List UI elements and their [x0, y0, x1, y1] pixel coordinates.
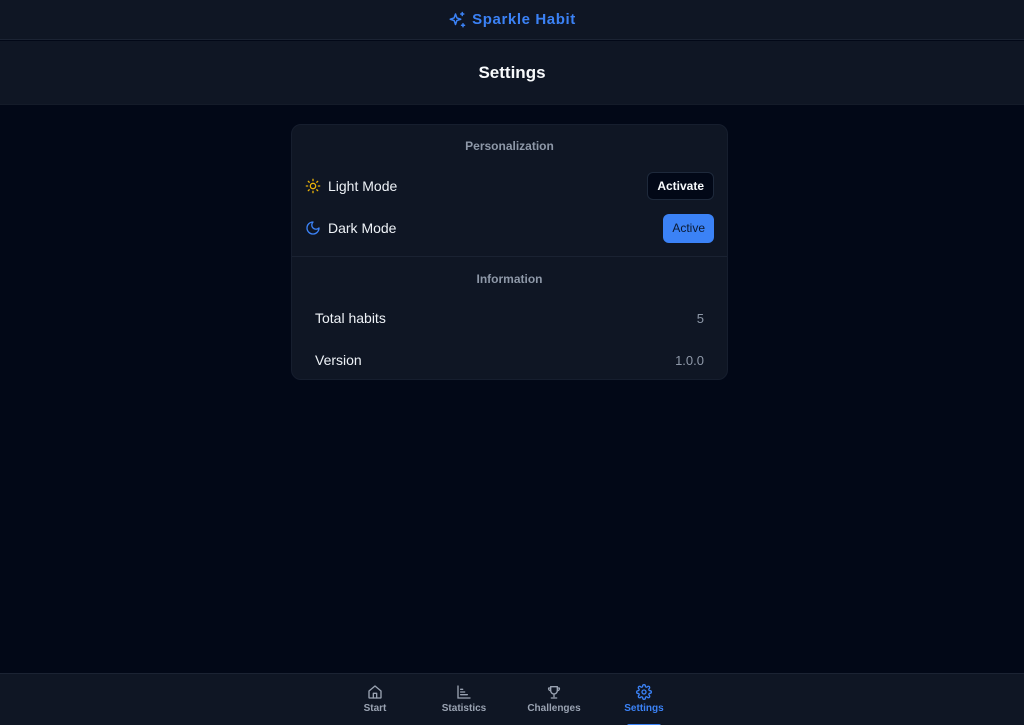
nav-label-challenges: Challenges	[527, 703, 581, 714]
sun-icon	[305, 178, 321, 194]
brand-name: Sparkle Habit	[472, 11, 576, 28]
page-title: Settings	[478, 62, 546, 82]
nav-label-settings: Settings	[624, 703, 664, 714]
light-mode-label: Light Mode	[328, 178, 398, 194]
brand-logo[interactable]: Sparkle Habit	[448, 11, 576, 29]
sparkles-icon	[448, 11, 466, 29]
dark-mode-active-button[interactable]: Active	[663, 213, 714, 243]
info-row-total-habits: Total habits 5	[292, 297, 727, 339]
page-header: Settings	[0, 41, 1024, 105]
dark-mode-row: Dark Mode Active	[292, 207, 727, 249]
nav-item-statistics[interactable]: Statistics	[424, 674, 504, 725]
nav-item-settings[interactable]: Settings	[604, 674, 684, 725]
nav-label-statistics: Statistics	[441, 703, 487, 714]
nav-item-start[interactable]: Start	[335, 674, 415, 725]
personalization-section-title: Personalization	[465, 139, 554, 153]
app-root: Sparkle Habit Settings Personalization L…	[0, 0, 1024, 725]
brand-bar: Sparkle Habit	[0, 0, 1024, 40]
information-section-title: Information	[476, 272, 543, 286]
bar-chart-icon	[456, 684, 472, 700]
total-habits-value: 5	[696, 310, 704, 326]
moon-icon	[305, 220, 321, 236]
trophy-icon	[546, 684, 562, 700]
light-mode-row: Light Mode Activate	[292, 165, 727, 207]
nav-item-challenges[interactable]: Challenges	[514, 674, 594, 725]
info-row-version: Version 1.0.0	[292, 339, 727, 379]
version-label: Version	[315, 352, 362, 368]
nav-label-start: Start	[363, 703, 387, 714]
activate-light-mode-button[interactable]: Activate	[647, 172, 714, 200]
settings-card: Personalization Light Mode Activate Dark…	[291, 124, 728, 380]
dark-mode-label: Dark Mode	[328, 220, 397, 236]
total-habits-label: Total habits	[315, 310, 386, 326]
version-value: 1.0.0	[675, 352, 704, 368]
gear-icon	[636, 684, 652, 700]
home-icon	[367, 684, 383, 700]
bottom-nav: Start Statistics Challenges Settings	[0, 673, 1024, 725]
